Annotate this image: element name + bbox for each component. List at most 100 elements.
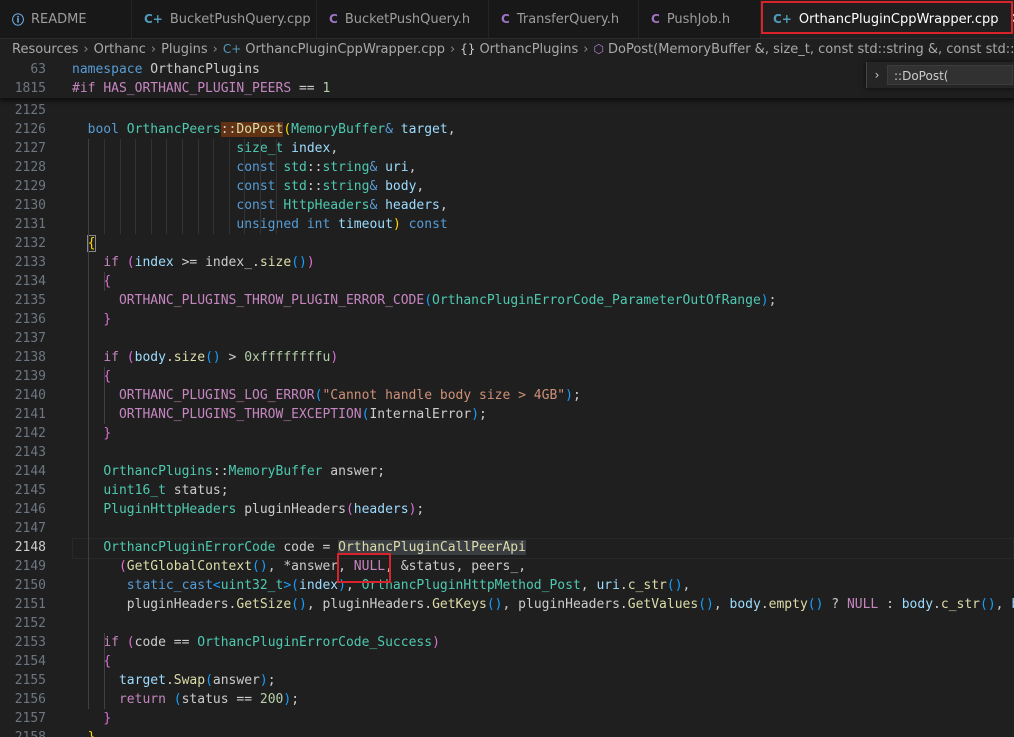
breadcrumb-label: Orthanc [93,41,146,57]
editor-tab-bar: ⓘ README C+ BucketPushQuery.cpp C BucketPushQ… [0,0,1014,39]
code-token: == [228,692,260,707]
breadcrumb-item[interactable]: Plugins [161,42,208,57]
code-line[interactable]: 2147 [0,519,1014,538]
breadcrumb-item[interactable]: {} OrthancPlugins [460,42,578,57]
code-line[interactable]: 2125 [0,101,1014,120]
code-line[interactable]: 2151 pluginHeaders.GetSize(), pluginHead… [0,595,1014,614]
code-text: { [72,272,111,291]
breadcrumb-label: DoPost(MemoryBuffer &, size_t, const std… [607,41,1014,57]
code-text: return (status == 200); [72,690,299,709]
tab-pushjob-h[interactable]: C PushJob.h [639,0,761,38]
code-line[interactable]: 1815 #if HAS_ORTHANC_PLUGIN_PEERS == 1 [0,79,1014,98]
code-line[interactable]: 2134 { [0,272,1014,291]
code-token: OrthancPluginHttpMethod_Post [361,578,581,593]
find-widget[interactable]: › ::DoPost( [866,62,1014,88]
code-token: ( [345,502,354,517]
code-token: . [165,673,174,688]
code-token: uint16_t [103,483,166,498]
line-number: 2125 [14,103,46,118]
code-line[interactable]: 2140 ORTHANC_PLUGINS_LOG_ERROR("Cannot h… [0,386,1014,405]
code-line[interactable]: 2149 (GetGlobalContext(), *answer, NULL,… [0,557,1014,576]
code-line[interactable]: 2141 ORTHANC_PLUGINS_THROW_EXCEPTION(Int… [0,405,1014,424]
breadcrumb-item[interactable]: C+ OrthancPluginCppWrapper.cpp [223,42,445,57]
code-line[interactable]: 2148 OrthancPluginErrorCode code = Ortha… [0,538,1014,559]
tab-label: BucketPushQuery.h [344,11,471,27]
find-input[interactable]: ::DoPost( [887,65,1013,85]
tab-bucketpushquery-h[interactable]: C BucketPushQuery.h [317,0,489,38]
code-token: . [760,597,769,612]
code-token: } [88,730,96,737]
code-line[interactable]: 2129 const std::string& body, [0,177,1014,196]
sticky-scroll-header[interactable]: 63 namespace OrthancPlugins 1815 #if HAS_OR… [0,60,1014,98]
code-line[interactable]: 2128 const std::string& uri, [0,158,1014,177]
code-line[interactable]: 2158 } [0,728,1014,737]
code-token: index [134,255,174,270]
c-header-icon: C [501,12,510,26]
code-line[interactable]: 2155 target.Swap(answer); [0,671,1014,690]
tab-readme[interactable]: ⓘ README [0,0,132,38]
code-token: , [330,141,339,156]
breadcrumb-item[interactable]: Resources [12,42,78,57]
code-line[interactable]: 2157 } [0,709,1014,728]
code-line[interactable]: 2127 size_t index, [0,139,1014,158]
code-line[interactable]: 2156 return (status == 200); [0,690,1014,709]
close-tab-icon[interactable]: ✕ [1011,11,1014,27]
breadcrumb-item[interactable]: ⬡ DoPost(MemoryBuffer &, size_t, const st… [594,42,1014,57]
code-line[interactable]: 2136 } [0,310,1014,329]
toggle-replace-chevron-icon[interactable]: › [867,68,887,82]
code-token: = [314,540,339,555]
breadcrumb-item[interactable]: Orthanc [94,42,146,57]
tab-transferquery-h[interactable]: C TransferQuery.h [489,0,639,38]
code-token: () [698,597,714,612]
indent-guide [104,633,105,709]
indent-guide [275,139,277,234]
line-number: 2147 [14,521,46,536]
code-line[interactable]: 2154 { [0,652,1014,671]
code-token: answer [212,673,260,688]
line-number: 63 [30,62,46,77]
code-token: & [385,122,393,137]
code-line[interactable]: 2137 [0,329,1014,348]
cpp-file-icon: C+ [222,41,242,56]
code-line[interactable]: 2138 if (body.size() > 0xffffffffu) [0,348,1014,367]
code-line[interactable]: 2152 [0,614,1014,633]
code-token: ) [565,388,573,403]
code-line[interactable]: 2139 { [0,367,1014,386]
code-line[interactable]: 63 namespace OrthancPlugins [0,60,1014,79]
code-token: : [878,597,902,612]
code-line[interactable]: 2135 ORTHANC_PLUGINS_THROW_PLUGIN_ERROR_… [0,291,1014,310]
code-text: ORTHANC_PLUGINS_LOG_ERROR("Cannot handle… [72,386,581,405]
code-text: const std::string& body, [72,177,424,196]
code-line[interactable]: 2143 [0,443,1014,462]
code-editor[interactable]: 63 namespace OrthancPlugins 1815 #if HAS_OR… [0,60,1014,737]
code-line[interactable]: 2126 bool OrthancPeers::DoPost(MemoryBuf… [0,120,1014,139]
code-line[interactable]: 2142 } [0,424,1014,443]
code-line[interactable]: 2130 const HttpHeaders& headers, [0,196,1014,215]
code-token: if [103,635,119,650]
code-token: , [995,597,1012,612]
code-line[interactable]: 2146 PluginHttpHeaders pluginHeaders(hea… [0,500,1014,519]
code-line[interactable]: 2133 if (index >= index_.size()) [0,253,1014,272]
indent-guide [244,139,246,234]
breadcrumb-label: Resources [12,41,79,57]
code-line[interactable]: 2132 { [0,234,1014,253]
code-token: code [283,540,315,555]
code-line[interactable]: 2144 OrthancPlugins::MemoryBuffer answer… [0,462,1014,481]
code-token: ; [479,407,487,422]
code-line[interactable]: 2153 if (code == OrthancPluginErrorCode_… [0,633,1014,652]
code-line[interactable]: 2145 uint16_t status; [0,481,1014,500]
tab-bucketpushquery-cpp[interactable]: C+ BucketPushQuery.cpp [132,0,317,38]
tab-orthancplugincppwrapper-cpp[interactable]: C+ OrthancPluginCppWrapper.cpp ✕ [761,0,1014,38]
code-line[interactable]: 2131 unsigned int timeout) const [0,215,1014,234]
code-token: ORTHANC_PLUGINS_LOG_ERROR [118,388,315,403]
code-token: body [385,179,417,194]
code-token: uri [596,578,620,593]
breadcrumb: Resources › Orthanc › Plugins › C+ OrthancPlugi… [0,38,1014,60]
line-number: 2135 [14,293,46,308]
code-line[interactable]: 2150 static_cast<uint32_t>(index), Ortha… [0,576,1014,595]
